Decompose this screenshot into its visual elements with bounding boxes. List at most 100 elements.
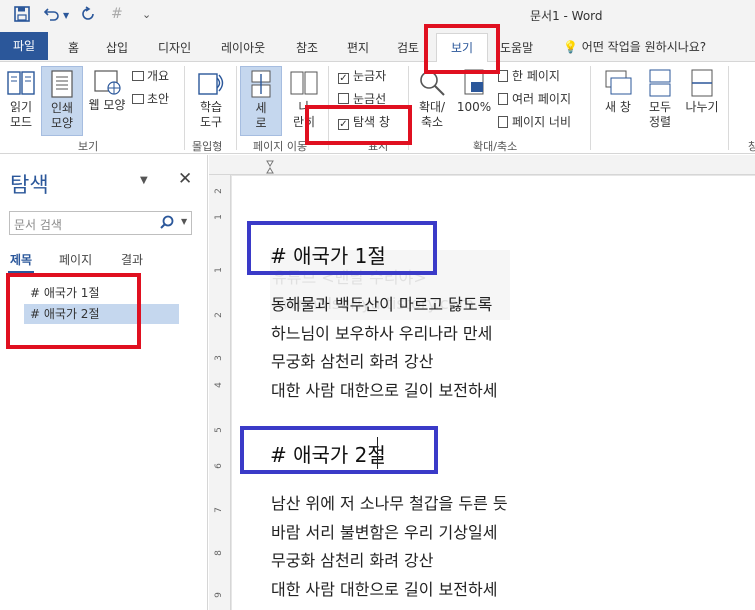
checkbox-checked-icon: ✓ — [338, 73, 349, 84]
ruler-number: 2 — [213, 188, 224, 194]
tab-layout[interactable]: 레이아웃 — [221, 39, 265, 56]
outline-icon — [132, 71, 144, 81]
group-separator — [236, 66, 237, 150]
print-layout-button[interactable]: 인쇄 모양 — [41, 66, 83, 136]
learning-tools-label-1: 학습 — [199, 100, 223, 114]
group-separator — [590, 66, 591, 150]
paragraph-line[interactable]: 무궁화 삼천리 화려 강산 — [271, 547, 433, 571]
title-bar: ▼ # ⌄ 문서1 - Word — [0, 0, 755, 30]
tab-design[interactable]: 디자인 — [158, 39, 191, 56]
page-width-button[interactable]: 페이지 너비 — [498, 114, 571, 130]
ribbon-tabs: 파일 홈 삽입 디자인 레이아웃 참조 편지 검토 보기 도움말 💡 어떤 작업… — [0, 30, 755, 63]
read-mode-label-1: 읽기 — [9, 100, 33, 114]
zoom-100-label: 100% — [456, 100, 492, 114]
ruler-number: 7 — [213, 507, 224, 513]
annotation-highlight-navigation-pane — [305, 105, 412, 145]
tab-references[interactable]: 참조 — [296, 39, 318, 56]
draft-icon — [132, 94, 144, 104]
vertical-ruler[interactable]: 2 1 1 2 3 4 5 6 7 8 9 — [209, 175, 231, 610]
one-page-button[interactable]: 한 페이지 — [498, 68, 560, 84]
arrange-all-button[interactable]: 모두 정렬 — [642, 68, 678, 130]
annotation-highlight-headings — [6, 273, 141, 349]
zoom-label-2: 축소 — [420, 115, 444, 129]
paragraph-line[interactable]: 바람 서리 불변함은 우리 기상일세 — [271, 519, 497, 543]
split-button[interactable]: 나누기 — [682, 68, 722, 115]
close-icon[interactable]: ✕ — [178, 169, 192, 189]
vertical-movement-button[interactable]: 세 로 — [240, 66, 282, 136]
read-mode-button[interactable]: 읽기 모드 — [2, 68, 40, 130]
zoom-label-1: 확대/ — [418, 100, 446, 114]
gridlines-label: 눈금선 — [353, 92, 387, 106]
group-separator — [728, 66, 729, 150]
page-width-icon — [498, 116, 508, 128]
new-window-button[interactable]: 새 창 — [598, 68, 638, 115]
undo-dropdown-icon[interactable]: ▼ — [63, 11, 69, 20]
undo-icon[interactable] — [43, 6, 60, 26]
group-label-zoom: 확대/축소 — [473, 140, 518, 153]
paragraph-line[interactable]: 무궁화 삼천리 화려 강산 — [271, 348, 433, 372]
annotation-box-heading-1 — [247, 221, 437, 275]
learning-tools-label-2: 도구 — [199, 115, 223, 129]
annotation-box-heading-2 — [240, 426, 438, 474]
multiple-pages-icon — [498, 93, 508, 105]
touch-mode-icon[interactable]: # — [111, 6, 123, 22]
search-icon[interactable] — [160, 215, 174, 232]
web-layout-icon — [94, 70, 121, 95]
vertical-label-1: 세 — [255, 101, 267, 115]
tab-mailings[interactable]: 편지 — [347, 39, 369, 56]
pane-options-icon[interactable]: ▼ — [140, 175, 148, 186]
ruler-number: 3 — [213, 355, 224, 361]
multiple-pages-button[interactable]: 여러 페이지 — [498, 91, 571, 107]
split-label: 나누기 — [685, 100, 719, 114]
paragraph-line[interactable]: 대한 사람 대한으로 길이 보전하세 — [271, 377, 497, 401]
tab-file[interactable]: 파일 — [0, 32, 48, 60]
annotation-highlight-view-tab — [424, 24, 500, 74]
multiple-pages-label: 여러 페이지 — [512, 92, 572, 106]
search-placeholder: 문서 검색 — [14, 218, 62, 232]
paragraph-line[interactable]: 대한 사람 대한으로 길이 보전하세 — [271, 576, 497, 600]
split-icon — [691, 69, 713, 97]
ruler-number: 8 — [213, 550, 224, 556]
arrange-all-label-1: 모두 — [648, 100, 672, 114]
tab-results[interactable]: 결과 — [121, 251, 143, 268]
tab-help[interactable]: 도움말 — [500, 39, 533, 56]
learning-tools-icon — [198, 73, 224, 95]
group-label-immersive: 몰입형 — [192, 140, 223, 153]
horizontal-ruler[interactable] — [209, 155, 755, 175]
paragraph-line[interactable]: 하느님이 보우하사 우리나라 만세 — [271, 320, 492, 344]
tab-insert[interactable]: 삽입 — [106, 39, 128, 56]
navigation-pane-title: 탐색 — [10, 173, 49, 197]
save-icon[interactable] — [14, 6, 30, 26]
tell-me-box[interactable]: 💡 어떤 작업을 원하시나요? — [563, 38, 706, 55]
print-layout-icon — [51, 70, 73, 98]
ruler-number: 1 — [213, 214, 224, 220]
redo-icon[interactable] — [80, 6, 96, 26]
print-layout-label-1: 인쇄 — [50, 101, 74, 115]
chevron-down-icon[interactable]: ▼ — [181, 217, 187, 226]
customize-qat-icon[interactable]: ⌄ — [142, 8, 151, 21]
search-input[interactable]: 문서 검색 ▼ — [9, 211, 192, 235]
vertical-pages-icon — [251, 70, 271, 98]
tab-review[interactable]: 검토 — [397, 39, 419, 56]
one-page-label: 한 페이지 — [512, 69, 560, 83]
tell-me-label: 어떤 작업을 원하시나요? — [581, 40, 707, 54]
group-label-views: 보기 — [78, 140, 99, 153]
tab-headings[interactable]: 제목 — [10, 251, 32, 268]
ruler-checkbox[interactable]: ✓ 눈금자 — [338, 68, 386, 84]
paragraph-line[interactable]: 동해물과 백두산이 마르고 닳도록 — [271, 291, 492, 315]
ruler-label: 눈금자 — [353, 69, 387, 83]
zoom-100-button[interactable]: 100% — [455, 68, 493, 115]
checkbox-unchecked-icon — [338, 93, 349, 104]
read-mode-icon — [7, 71, 35, 95]
learning-tools-button[interactable]: 학습 도구 — [190, 68, 232, 130]
window-title: 문서1 - Word — [530, 9, 603, 23]
paragraph-line[interactable]: 남산 위에 저 소나무 철갑을 두른 듯 — [271, 490, 508, 514]
web-layout-button[interactable]: 웹 모양 — [84, 68, 130, 113]
arrange-all-label-2: 정렬 — [648, 115, 672, 129]
tab-pages[interactable]: 페이지 — [59, 251, 92, 268]
zoom-button[interactable]: 확대/ 축소 — [412, 68, 452, 130]
outline-button[interactable]: 개요 — [132, 68, 169, 84]
tab-home[interactable]: 홈 — [68, 39, 79, 56]
navigation-pane: 탐색 ▼ ✕ 문서 검색 ▼ 제목 페이지 결과 # 애국가 1절 # 애국가 … — [0, 155, 208, 610]
draft-button[interactable]: 초안 — [132, 91, 169, 107]
